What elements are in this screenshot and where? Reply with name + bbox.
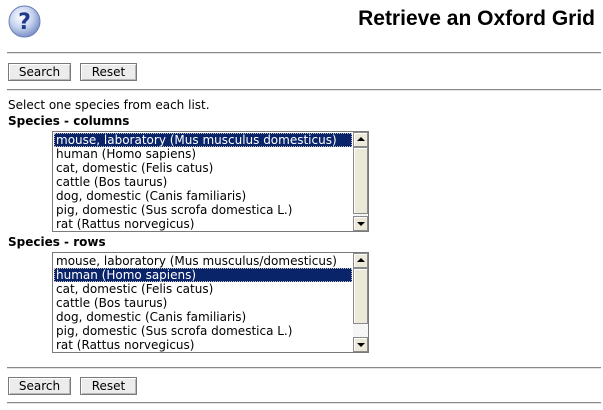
reset-button[interactable]: Reset — [80, 377, 137, 395]
list-option[interactable]: pig, domestic (Sus scrofa domestica L.) — [54, 324, 352, 338]
list-option[interactable]: rat (Rattus norvegicus) — [54, 338, 352, 352]
list-option[interactable]: cattle (Bos taurus) — [54, 296, 352, 310]
list-option[interactable]: dog, domestic (Canis familiaris) — [54, 189, 352, 203]
scroll-down-button[interactable] — [353, 216, 368, 231]
scroll-down-button[interactable] — [353, 337, 368, 352]
list-option[interactable]: human (Homo sapiens) — [54, 147, 352, 161]
scrollbar-thumb[interactable] — [353, 268, 368, 324]
species-columns-options: mouse, laboratory (Mus musculus domestic… — [54, 133, 352, 231]
scrollbar[interactable] — [353, 253, 368, 352]
instruction-text: Select one species from each list. — [8, 98, 210, 112]
list-option[interactable]: rat (Rattus norvegicus) — [54, 217, 352, 231]
list-option[interactable]: dog, domestic (Canis familiaris) — [54, 310, 352, 324]
arrow-down-icon — [357, 222, 365, 226]
svg-text:?: ? — [18, 10, 31, 35]
scroll-up-button[interactable] — [353, 253, 368, 268]
reset-button[interactable]: Reset — [80, 63, 137, 81]
list-option[interactable]: mouse, laboratory (Mus musculus domestic… — [54, 133, 352, 147]
species-rows-options: mouse, laboratory (Mus musculus/domestic… — [54, 254, 352, 352]
scrollbar[interactable] — [353, 132, 368, 231]
divider — [7, 367, 601, 369]
arrow-up-icon — [357, 137, 365, 141]
species-columns-label: Species - columns — [8, 114, 130, 128]
scrollbar-thumb[interactable] — [353, 147, 368, 214]
list-option[interactable]: cat, domestic (Felis catus) — [54, 282, 352, 296]
help-icon[interactable]: ? — [8, 5, 41, 38]
list-option[interactable]: cat, domestic (Felis catus) — [54, 161, 352, 175]
arrow-down-icon — [357, 343, 365, 347]
search-button[interactable]: Search — [8, 377, 71, 395]
divider — [7, 89, 601, 91]
list-option[interactable]: human (Homo sapiens) — [54, 268, 352, 282]
species-columns-listbox[interactable]: mouse, laboratory (Mus musculus domestic… — [52, 131, 369, 232]
search-button[interactable]: Search — [8, 63, 71, 81]
arrow-up-icon — [357, 258, 365, 262]
list-option[interactable]: pig, domestic (Sus scrofa domestica L.) — [54, 203, 352, 217]
list-option[interactable]: mouse, laboratory (Mus musculus/domestic… — [54, 254, 352, 268]
scroll-up-button[interactable] — [353, 132, 368, 147]
page-title: Retrieve an Oxford Grid — [358, 7, 595, 30]
species-rows-listbox[interactable]: mouse, laboratory (Mus musculus/domestic… — [52, 252, 369, 353]
divider — [7, 52, 601, 54]
list-option[interactable]: cattle (Bos taurus) — [54, 175, 352, 189]
species-rows-label: Species - rows — [8, 235, 106, 249]
divider — [7, 402, 601, 404]
